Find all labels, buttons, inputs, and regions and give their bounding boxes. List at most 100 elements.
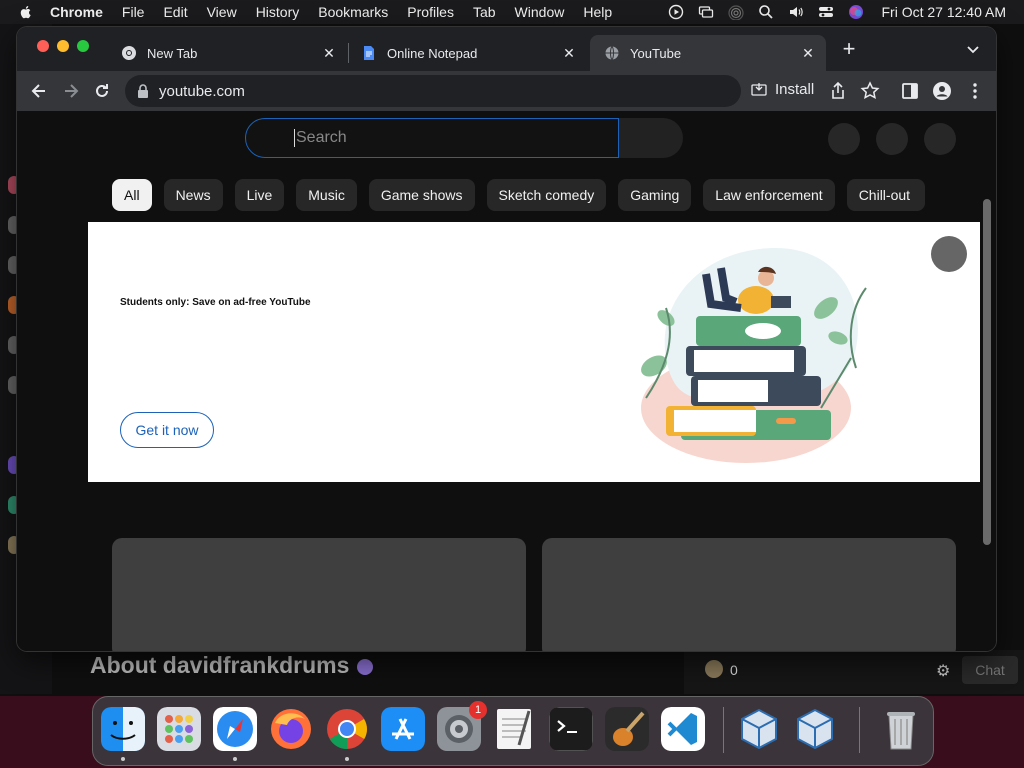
background-channel-title: About davidfrankdrums: [90, 652, 374, 679]
play-circle-icon[interactable]: [668, 4, 684, 20]
close-tab-icon[interactable]: ✕: [561, 45, 577, 62]
banner-dismiss-button[interactable]: [931, 236, 967, 272]
back-arrow-icon[interactable]: [29, 81, 49, 101]
firefox-icon[interactable]: [269, 707, 313, 751]
menu-file[interactable]: File: [122, 4, 145, 20]
notifications-icon[interactable]: [876, 123, 908, 155]
chip-live[interactable]: Live: [234, 179, 285, 211]
airdrop-icon[interactable]: [727, 4, 744, 20]
control-center-icon[interactable]: [818, 4, 834, 20]
menu-edit[interactable]: Edit: [163, 4, 187, 20]
launchpad-icon[interactable]: [157, 707, 201, 751]
reload-icon[interactable]: [92, 81, 112, 101]
system-settings-app[interactable]: 1: [437, 701, 487, 751]
textedit-icon[interactable]: [493, 707, 537, 751]
apple-icon[interactable]: [18, 4, 34, 20]
menu-help[interactable]: Help: [583, 4, 612, 20]
menu-app-name[interactable]: Chrome: [50, 4, 103, 20]
chrome-icon[interactable]: [325, 707, 369, 751]
chip-gaming[interactable]: Gaming: [618, 179, 692, 211]
chip-all[interactable]: All: [112, 179, 152, 211]
macos-dock: 1: [92, 696, 934, 766]
address-bar[interactable]: youtube.com: [125, 75, 741, 107]
tab-new-tab[interactable]: New Tab ✕: [107, 35, 347, 71]
share-icon[interactable]: [828, 81, 848, 101]
profile-icon[interactable]: [932, 81, 952, 101]
virtualbox-icon[interactable]: [737, 707, 781, 751]
search-button[interactable]: [619, 118, 683, 158]
terminal-icon[interactable]: [549, 707, 593, 751]
menu-window[interactable]: Window: [515, 4, 565, 20]
dock-separator: [723, 707, 724, 753]
scrollbar[interactable]: [983, 199, 991, 545]
app-store-icon[interactable]: [381, 707, 425, 751]
chip-music[interactable]: Music: [296, 179, 357, 211]
video-card-placeholder[interactable]: [112, 538, 526, 651]
promo-banner: Students only: Save on ad-free YouTube G…: [88, 222, 980, 482]
install-app-button[interactable]: Install: [751, 81, 814, 98]
close-window-button[interactable]: [37, 40, 49, 52]
garageband-icon[interactable]: [605, 707, 649, 751]
more-menu-icon[interactable]: [965, 81, 985, 101]
chip-chill-out[interactable]: Chill-out: [846, 179, 925, 211]
banner-text: Students only: Save on ad-free YouTube: [120, 297, 311, 308]
close-tab-icon[interactable]: ✕: [321, 45, 337, 62]
new-tab-button[interactable]: +: [839, 38, 859, 60]
vscode-icon[interactable]: [661, 707, 705, 751]
channel-title-text: About davidfrankdrums: [90, 652, 350, 678]
dock-separator: [859, 707, 860, 753]
running-indicator: [345, 757, 349, 761]
chip-news[interactable]: News: [163, 179, 223, 211]
tab-title: YouTube: [630, 45, 682, 61]
trash-icon[interactable]: [879, 707, 923, 751]
chip-game-shows[interactable]: Game shows: [368, 179, 475, 211]
virtualbox-icon[interactable]: [793, 707, 837, 751]
menu-clock[interactable]: Fri Oct 27 12:40 AM: [882, 4, 1007, 20]
siri-icon[interactable]: [848, 4, 864, 20]
youtube-page: All News Live Music Game shows Sketch co…: [17, 111, 996, 651]
create-icon[interactable]: [828, 123, 860, 155]
minimize-window-button[interactable]: [57, 40, 69, 52]
text-caret: [294, 129, 295, 147]
viewer-avatar: [705, 660, 723, 678]
tab-strip: New Tab ✕ Online Notepad ✕ YouTube ✕ +: [17, 27, 996, 71]
macos-menu-bar: Chrome File Edit View History Bookmarks …: [0, 0, 1024, 24]
side-panel-icon[interactable]: [900, 81, 920, 101]
viewer-count: 0: [730, 662, 738, 678]
running-indicator: [233, 757, 237, 761]
books-illustration: [641, 248, 867, 463]
gear-icon[interactable]: ⚙: [936, 661, 954, 680]
bookmark-star-icon[interactable]: [860, 81, 880, 101]
finder-icon[interactable]: [101, 707, 145, 751]
chevron-down-icon[interactable]: [965, 41, 981, 57]
search-icon[interactable]: [758, 4, 774, 20]
chat-button[interactable]: Chat: [962, 656, 1018, 684]
chrome-icon: [122, 46, 136, 60]
tab-online-notepad[interactable]: Online Notepad ✕: [347, 35, 587, 71]
close-tab-icon[interactable]: ✕: [800, 45, 816, 62]
tab-youtube[interactable]: YouTube ✕: [590, 35, 826, 71]
volume-icon[interactable]: [788, 4, 804, 20]
forward-arrow-icon[interactable]: [61, 81, 81, 101]
url-text: youtube.com: [159, 82, 245, 100]
menu-profiles[interactable]: Profiles: [407, 4, 454, 20]
browser-toolbar: youtube.com Install: [17, 71, 996, 111]
video-card-placeholder[interactable]: [542, 538, 956, 651]
screen-mirroring-icon[interactable]: [698, 4, 714, 20]
chip-sketch-comedy[interactable]: Sketch comedy: [486, 179, 607, 211]
notification-badge: 1: [469, 701, 487, 719]
menu-history[interactable]: History: [256, 4, 300, 20]
search-input[interactable]: [294, 128, 598, 148]
tab-title: Online Notepad: [387, 45, 478, 61]
menu-tab[interactable]: Tab: [473, 4, 496, 20]
menu-bookmarks[interactable]: Bookmarks: [318, 4, 388, 20]
lock-icon[interactable]: [137, 84, 149, 98]
safari-icon[interactable]: [213, 707, 257, 751]
menu-view[interactable]: View: [207, 4, 237, 20]
search-box[interactable]: [245, 118, 619, 158]
chip-law-enforcement[interactable]: Law enforcement: [703, 179, 835, 211]
document-icon: [364, 46, 374, 60]
zoom-window-button[interactable]: [77, 40, 89, 52]
get-it-now-button[interactable]: Get it now: [120, 412, 214, 448]
avatar[interactable]: [924, 123, 956, 155]
